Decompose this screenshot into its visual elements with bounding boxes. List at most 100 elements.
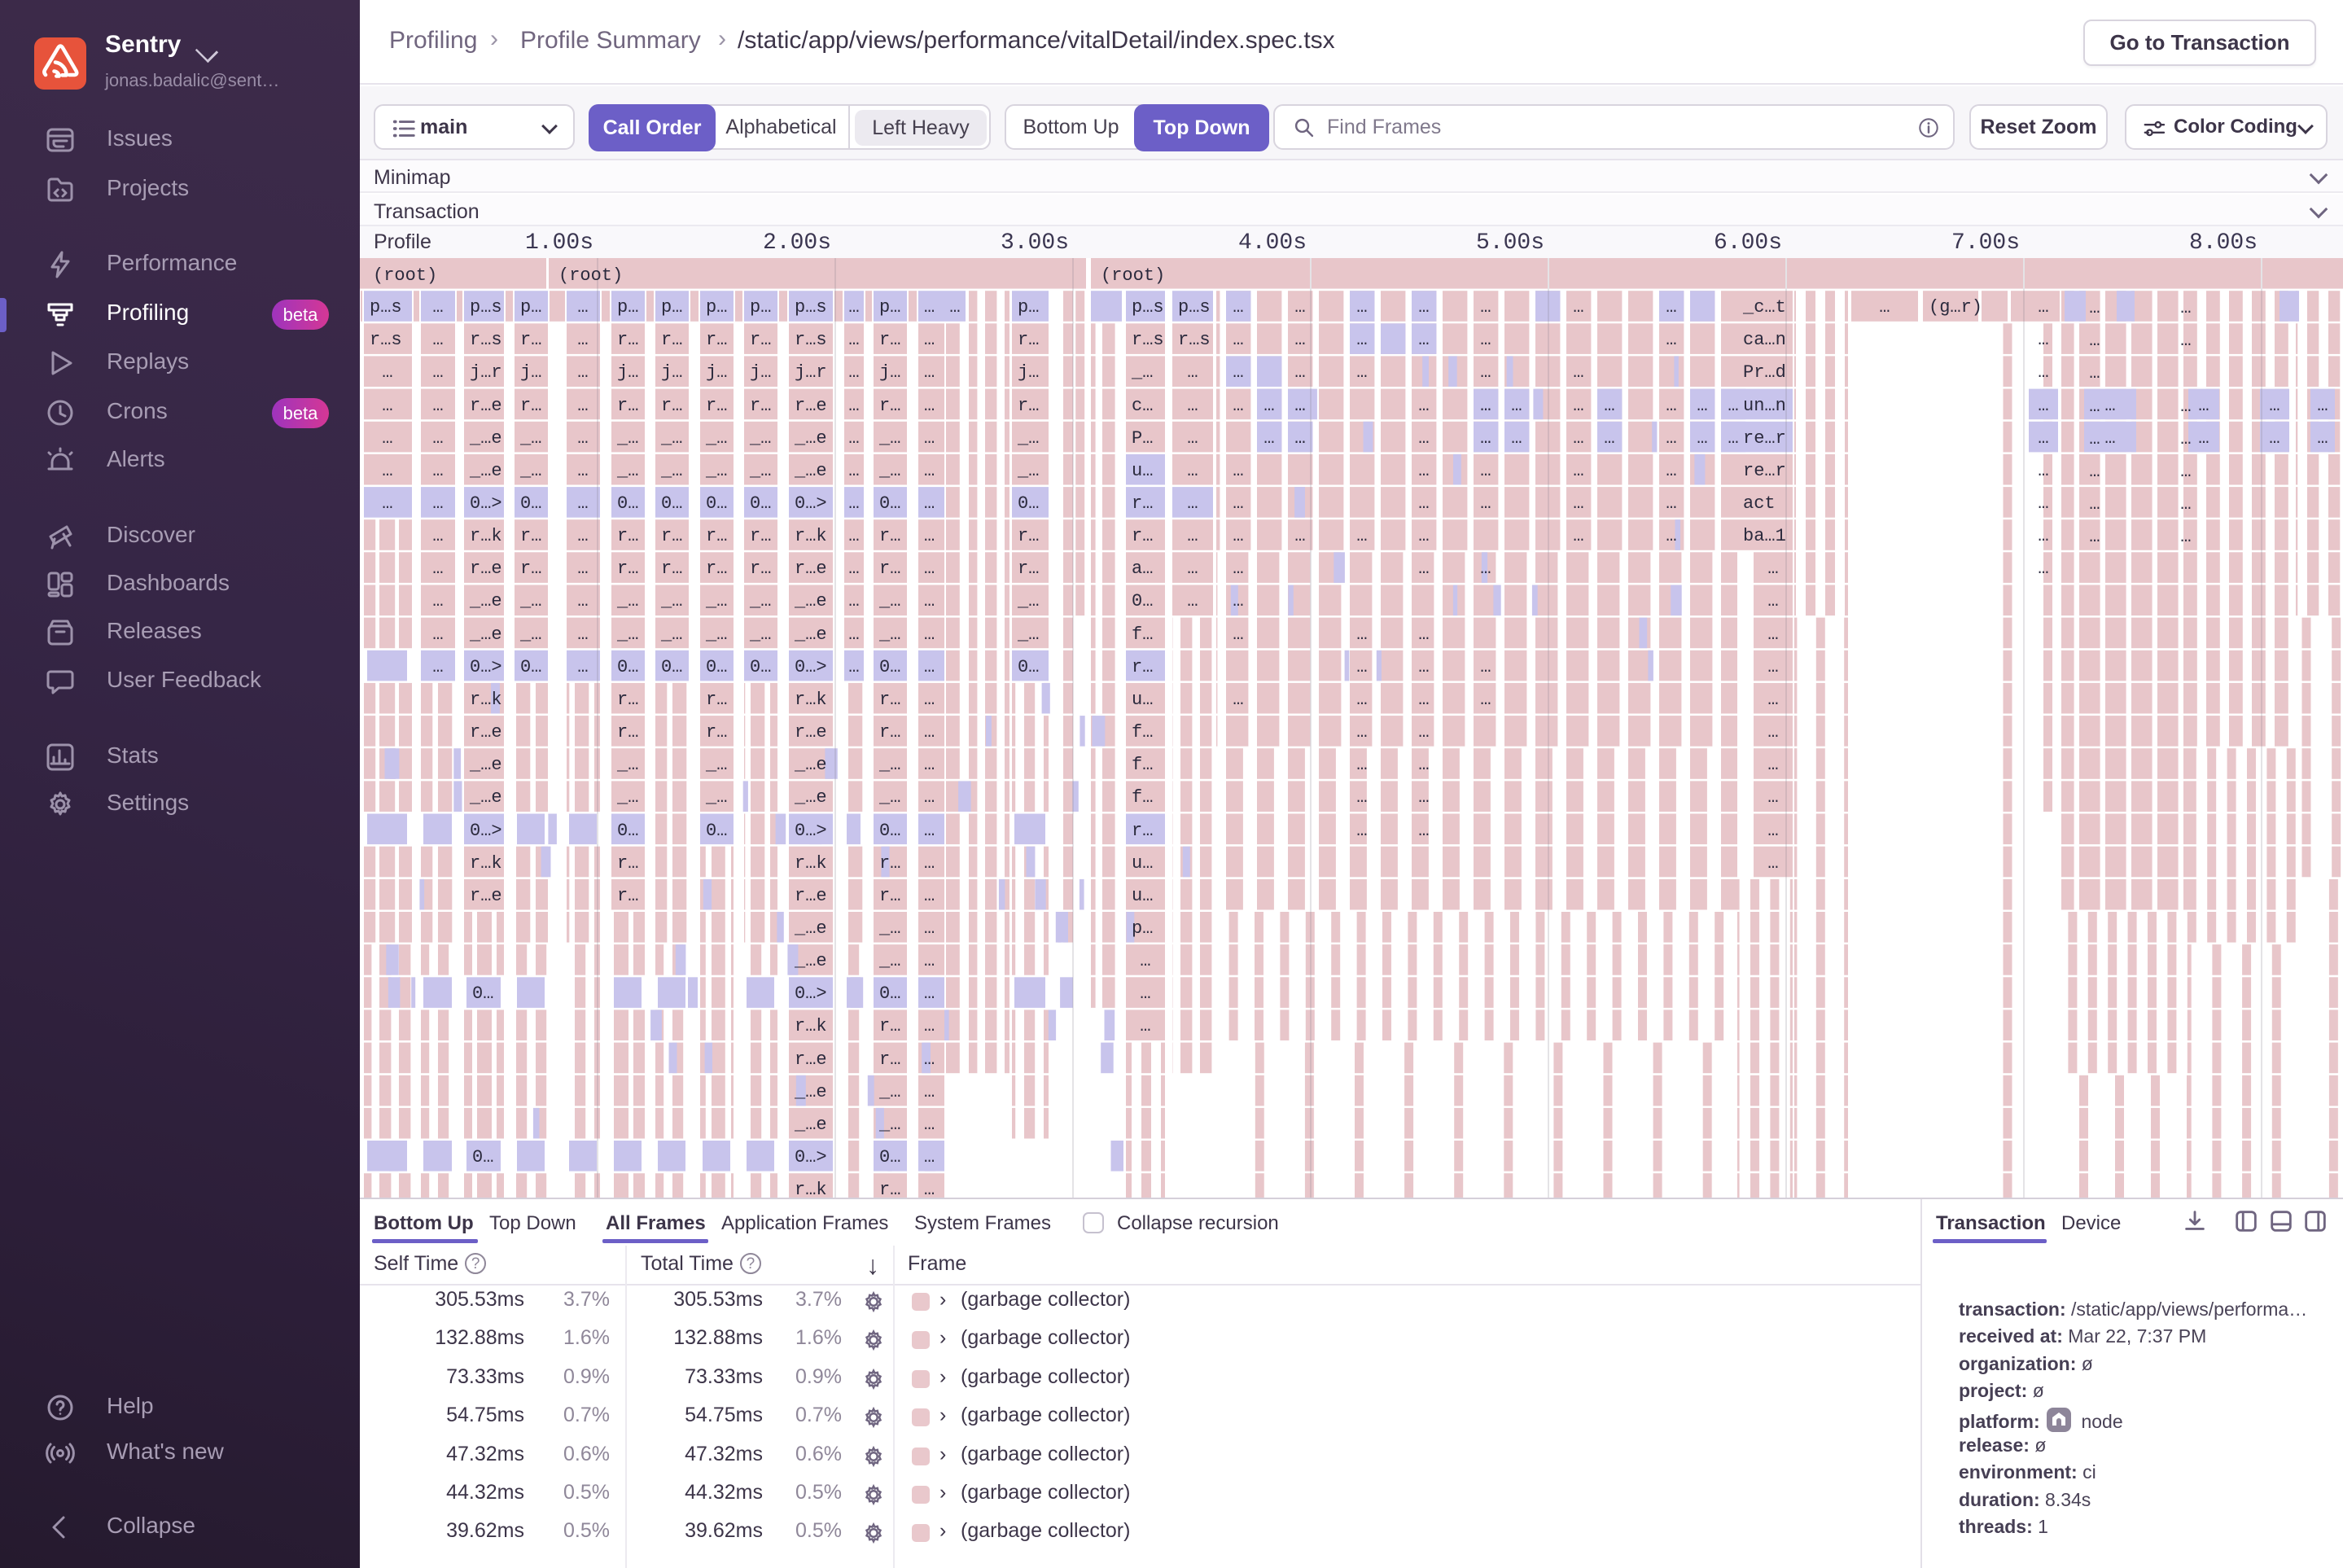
svg-text:…: …: [2198, 396, 2209, 416]
svg-text:_…: _…: [705, 624, 727, 645]
svg-text:r…: r…: [879, 1049, 900, 1070]
svg-text:…: …: [1294, 396, 1305, 416]
svg-text:…: …: [1418, 493, 1429, 514]
svg-text:p…s: p…s: [795, 297, 827, 318]
svg-text:u…: u…: [1132, 886, 1153, 906]
svg-text:_…: _…: [705, 591, 727, 611]
svg-text:r…: r…: [520, 396, 541, 416]
svg-text:…: …: [1187, 526, 1198, 546]
svg-text:…: …: [1418, 330, 1429, 350]
svg-text:…: …: [1666, 396, 1676, 416]
svg-text:…: …: [2089, 396, 2100, 417]
svg-text:0…: 0…: [472, 1147, 493, 1167]
svg-text:0…: 0…: [617, 493, 638, 514]
svg-text:…: …: [924, 1147, 935, 1167]
svg-text:r…e: r…e: [795, 1049, 827, 1070]
svg-text:…: …: [2089, 298, 2100, 318]
svg-text:_…e: _…e: [794, 787, 827, 808]
svg-text:…: …: [924, 1082, 935, 1102]
svg-text:r…: r…: [1132, 657, 1153, 677]
svg-text:…: …: [1233, 461, 1243, 481]
svg-text:…: …: [924, 657, 935, 677]
svg-text:4.00s: 4.00s: [1238, 230, 1307, 256]
svg-text:r…k: r…k: [470, 526, 502, 546]
svg-text:…: …: [432, 362, 443, 383]
svg-text:…: …: [1233, 330, 1243, 350]
svg-text:0…: 0…: [879, 983, 900, 1004]
svg-text:_…e: _…e: [469, 624, 502, 645]
svg-text:…: …: [848, 493, 859, 514]
svg-text:…: …: [1263, 428, 1274, 449]
svg-text:…: …: [1767, 624, 1778, 645]
svg-text:…: …: [2104, 428, 2115, 449]
svg-text:…: …: [1666, 297, 1676, 318]
svg-text:_…e: _…e: [469, 787, 502, 808]
svg-text:0…>: 0…>: [795, 1147, 827, 1167]
svg-text:…: …: [1604, 428, 1614, 449]
svg-text:_…e: _…e: [794, 918, 827, 939]
svg-text:f…: f…: [1132, 755, 1153, 775]
svg-text:…: …: [924, 787, 935, 808]
svg-text:…: …: [382, 461, 392, 481]
svg-text:re…r: re…r: [1743, 428, 1786, 449]
svg-text:…: …: [577, 624, 588, 645]
svg-text:P…: P…: [1132, 428, 1153, 449]
svg-text:…: …: [432, 428, 443, 449]
svg-text:…: …: [382, 396, 392, 416]
svg-text:…: …: [1294, 330, 1305, 350]
svg-text:…: …: [924, 918, 935, 939]
svg-text:re…r: re…r: [1743, 461, 1786, 481]
svg-text:j…r: j…r: [470, 362, 502, 383]
svg-text:0…: 0…: [706, 821, 727, 841]
svg-text:…: …: [1728, 428, 1738, 449]
svg-text:f…: f…: [1132, 722, 1153, 742]
svg-text:…: …: [1573, 362, 1583, 383]
svg-text:…: …: [1418, 396, 1429, 416]
svg-text:…: …: [2038, 493, 2048, 514]
svg-text:_…: _…: [878, 1082, 900, 1102]
svg-text:p…s: p…s: [1178, 297, 1211, 318]
svg-text:r…: r…: [617, 526, 638, 546]
svg-text:…: …: [2038, 297, 2048, 318]
svg-text:r…s: r…s: [795, 330, 827, 350]
svg-text:…: …: [924, 951, 935, 971]
svg-text:…: …: [1356, 297, 1367, 318]
svg-text:…: …: [1140, 983, 1150, 1004]
svg-text:…: …: [1666, 461, 1676, 481]
svg-text:un…n: un…n: [1743, 396, 1786, 416]
svg-text:…: …: [1418, 787, 1429, 808]
svg-text:0…: 0…: [879, 1147, 900, 1167]
svg-text:…: …: [2038, 396, 2048, 416]
svg-text:…: …: [848, 624, 859, 645]
svg-text:r…: r…: [706, 330, 727, 350]
svg-text:…: …: [848, 526, 859, 546]
svg-text:7.00s: 7.00s: [1951, 230, 2020, 256]
svg-text:_…e: _…e: [469, 755, 502, 775]
svg-text:r…: r…: [661, 330, 682, 350]
svg-text:_…: _…: [1017, 428, 1039, 449]
svg-text:(root): (root): [1101, 265, 1165, 286]
svg-text:_…: _…: [616, 787, 638, 808]
svg-text:…: …: [1767, 787, 1778, 808]
svg-text:…: …: [924, 1180, 935, 1198]
svg-text:r…s: r…s: [370, 330, 402, 350]
svg-text:…: …: [1356, 821, 1367, 841]
svg-text:…: …: [432, 657, 443, 677]
svg-text:…: …: [1294, 526, 1305, 546]
svg-text:…: …: [1573, 461, 1583, 481]
svg-text:_…: _…: [878, 591, 900, 611]
svg-text:…: …: [924, 461, 935, 481]
svg-text:_…: _…: [1017, 591, 1039, 611]
svg-text:…: …: [2038, 428, 2048, 449]
svg-text:…: …: [1767, 722, 1778, 742]
svg-text:r…: r…: [661, 396, 682, 416]
svg-text:2.00s: 2.00s: [763, 230, 831, 256]
svg-text:…: …: [1356, 690, 1367, 710]
svg-text:…: …: [1263, 396, 1274, 416]
svg-text:(root): (root): [558, 265, 623, 286]
svg-text:r…e: r…e: [795, 396, 827, 416]
svg-text:…: …: [432, 461, 443, 481]
svg-text:r…: r…: [706, 396, 727, 416]
svg-text:…: …: [432, 297, 443, 318]
svg-text:…: …: [924, 493, 935, 514]
